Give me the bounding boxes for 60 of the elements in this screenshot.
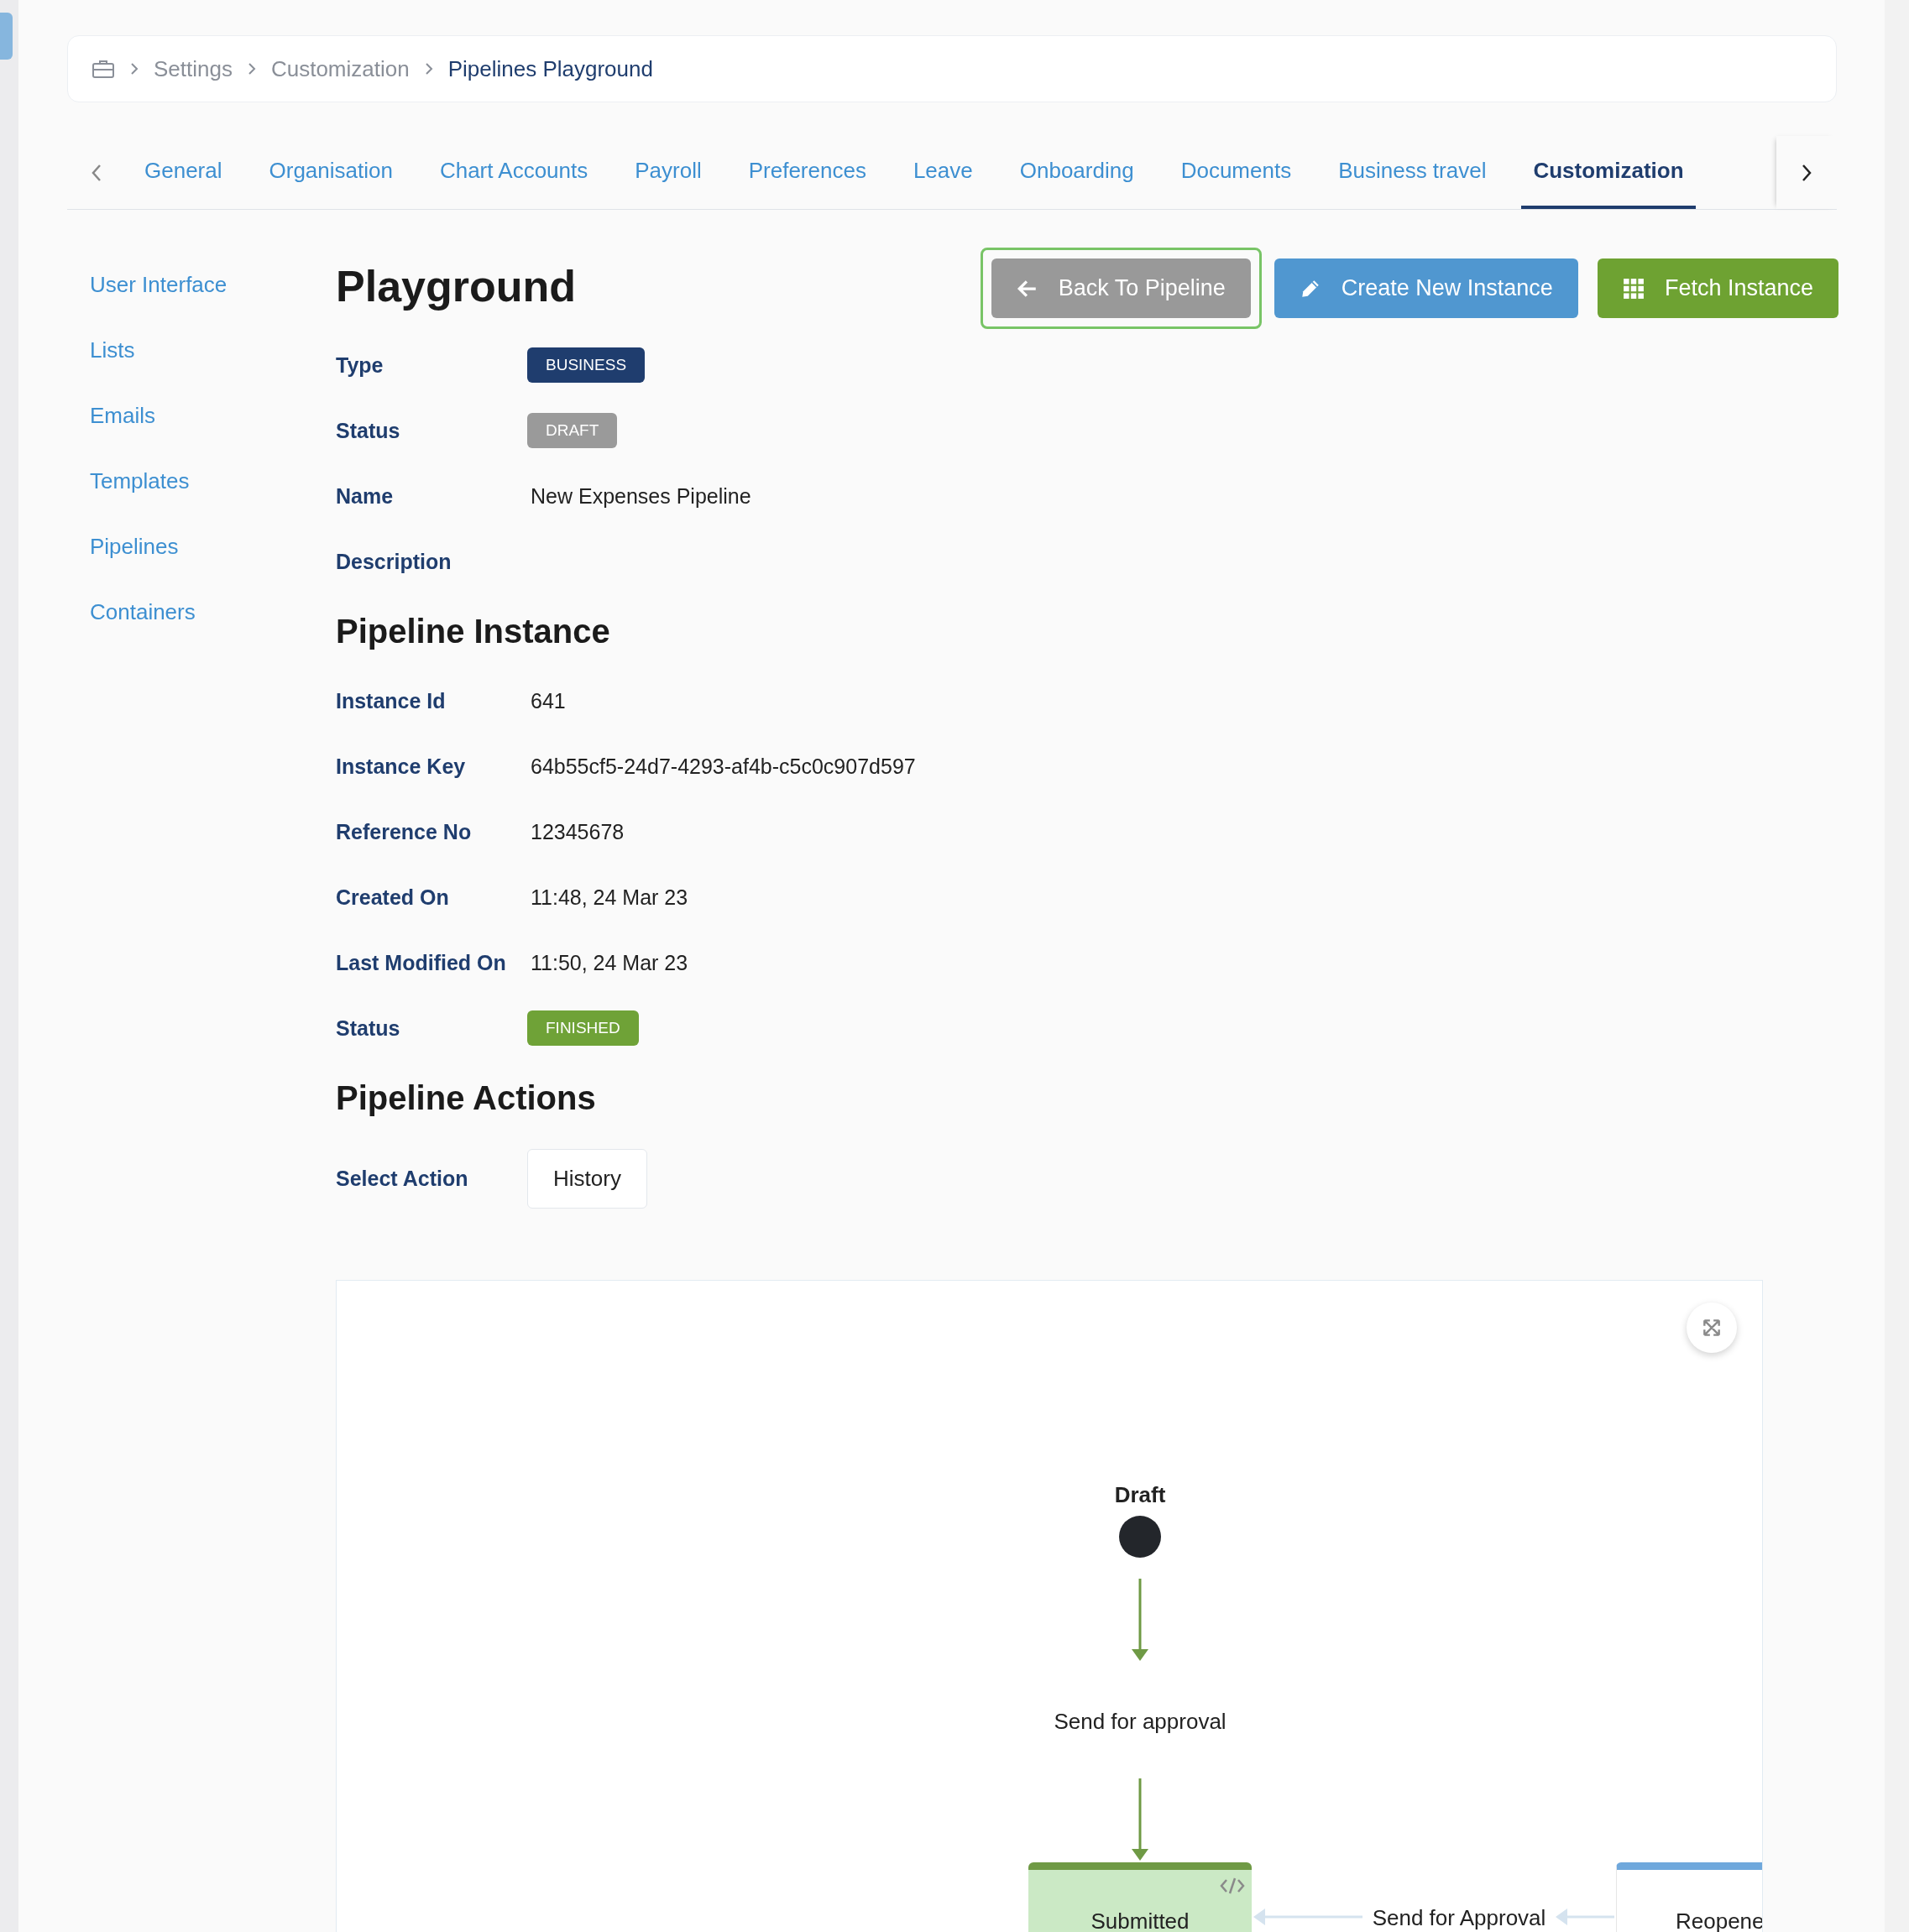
node-label: Submitted xyxy=(1090,1909,1190,1932)
tab[interactable]: Preferences xyxy=(736,136,878,209)
field-value: 64b55cf5-24d7-4293-af4b-c5c0c907d597 xyxy=(531,754,916,779)
start-node[interactable] xyxy=(1119,1516,1161,1558)
field-label: Last Modified On xyxy=(336,950,507,975)
sidebar-item[interactable]: User Interface xyxy=(90,252,228,317)
field-label: Created On xyxy=(336,885,450,910)
field-value: 12345678 xyxy=(531,819,625,844)
sidebar-item[interactable]: Emails xyxy=(90,383,155,448)
sidebar-item[interactable]: Containers xyxy=(90,579,196,645)
field-label: Type xyxy=(336,352,384,378)
breadcrumb-link[interactable]: Settings xyxy=(154,55,233,82)
state-node[interactable]: Submitted xyxy=(1028,1862,1252,1932)
action-button[interactable]: Fetch Instance xyxy=(1597,258,1838,318)
edge-arrow xyxy=(1556,1907,1614,1927)
breadcrumb-link[interactable]: Pipelines Playground xyxy=(447,55,653,82)
field-label: Reference No xyxy=(336,819,473,844)
tab[interactable]: General xyxy=(133,136,234,209)
chevron-right-icon xyxy=(424,62,433,76)
status-badge: BUSINESS xyxy=(527,347,646,383)
action-button[interactable]: Create New Instance xyxy=(1274,258,1578,318)
field-label: Instance Key xyxy=(336,754,467,779)
field-label: Status xyxy=(336,418,401,443)
sidebar-item[interactable]: Lists xyxy=(90,317,135,383)
chevron-right-icon xyxy=(247,62,256,76)
field-value: New Expenses Pipeline xyxy=(531,483,751,509)
field-value: 641 xyxy=(531,688,566,713)
tab[interactable]: Payroll xyxy=(623,136,714,209)
transition-label: Send for approval xyxy=(1054,1709,1226,1735)
status-badge: FINISHED xyxy=(527,1010,639,1046)
start-label: Draft xyxy=(1114,1482,1166,1508)
action-button[interactable]: Back To Pipeline xyxy=(991,258,1251,318)
field-label: Select Action xyxy=(336,1166,469,1191)
field-label: Status xyxy=(336,1016,401,1041)
sidebar-item[interactable]: Templates xyxy=(90,448,190,514)
tab[interactable]: Business travel xyxy=(1326,136,1498,209)
field-label: Instance Id xyxy=(336,688,447,713)
section-title: Pipeline Instance xyxy=(336,612,611,651)
code-icon[interactable] xyxy=(1220,1877,1245,1895)
field-value: 11:50, 24 Mar 23 xyxy=(531,950,688,975)
field-label: Name xyxy=(336,483,395,509)
page-title: Playground xyxy=(336,261,577,312)
tab[interactable]: Onboarding xyxy=(1007,136,1146,209)
action-select[interactable]: History xyxy=(527,1148,647,1209)
tab[interactable]: Organisation xyxy=(257,136,405,209)
briefcase-icon xyxy=(92,59,115,79)
status-badge: DRAFT xyxy=(527,413,618,448)
section-title: Pipeline Actions xyxy=(336,1078,597,1118)
expand-icon[interactable] xyxy=(1687,1303,1737,1353)
breadcrumb-link[interactable]: Customization xyxy=(270,55,410,82)
edge-label: Send for Approval xyxy=(1372,1905,1546,1931)
field-label: Description xyxy=(336,549,452,574)
tab[interactable]: Chart Accounts xyxy=(427,136,600,209)
chevron-right-icon xyxy=(130,62,139,76)
grid-icon xyxy=(1622,277,1645,300)
sidebar-item[interactable]: Pipelines xyxy=(90,514,179,579)
tab[interactable]: Customization xyxy=(1521,136,1696,209)
tab[interactable]: Leave xyxy=(901,136,985,209)
field-value: 11:48, 24 Mar 23 xyxy=(531,885,688,910)
tab[interactable]: Documents xyxy=(1169,136,1304,209)
